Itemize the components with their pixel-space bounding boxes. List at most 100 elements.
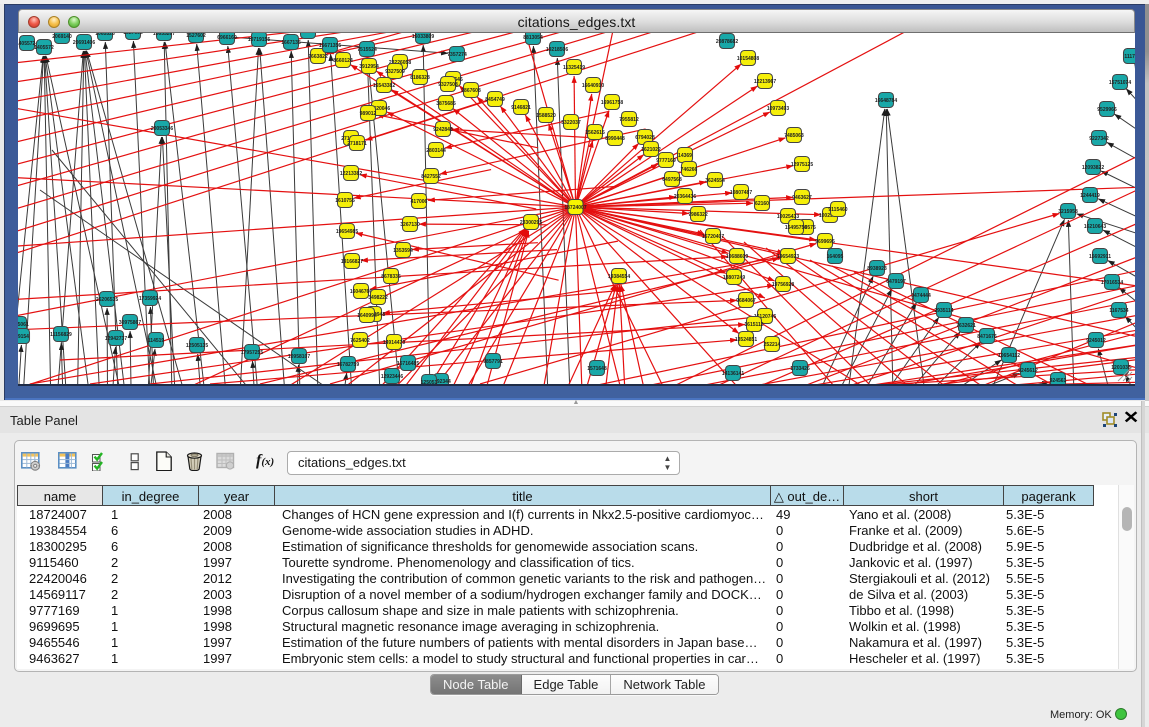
svg-text:16671355: 16671355 xyxy=(319,43,341,49)
svg-text:164095: 164095 xyxy=(827,254,844,260)
svg-text:7663822: 7663822 xyxy=(308,54,328,60)
svg-text:10807487: 10807487 xyxy=(730,190,752,196)
svg-text:1733426: 1733426 xyxy=(790,366,810,372)
svg-text:3215958: 3215958 xyxy=(1058,209,1078,215)
svg-text:20878682: 20878682 xyxy=(716,39,738,45)
svg-text:8186328: 8186328 xyxy=(410,75,430,81)
svg-text:1244419: 1244419 xyxy=(1080,193,1100,199)
svg-text:13524851: 13524851 xyxy=(735,337,757,343)
svg-text:1615112: 1615112 xyxy=(744,322,763,328)
svg-text:9245612: 9245612 xyxy=(1018,368,1038,374)
svg-text:19654985: 19654985 xyxy=(336,229,358,235)
svg-text:10973493: 10973493 xyxy=(767,106,789,112)
svg-text:6794028: 6794028 xyxy=(635,135,655,141)
svg-text:1571648: 1571648 xyxy=(587,366,607,372)
svg-text:1167534: 1167534 xyxy=(1109,308,1128,314)
svg-text:14369: 14369 xyxy=(678,153,692,159)
svg-text:1201035: 1201035 xyxy=(1111,365,1131,371)
svg-text:10025433: 10025433 xyxy=(777,214,799,220)
svg-text:7485063: 7485063 xyxy=(784,133,804,139)
svg-text:9684067: 9684067 xyxy=(736,298,756,304)
svg-text:17957255: 17957255 xyxy=(241,350,263,356)
svg-text:15716485: 15716485 xyxy=(397,361,419,367)
svg-text:11325419: 11325419 xyxy=(563,65,585,71)
svg-text:8454749: 8454749 xyxy=(485,97,505,103)
svg-text:9327509: 9327509 xyxy=(385,69,405,75)
svg-text:9327508: 9327508 xyxy=(438,82,458,88)
svg-text:62160: 62160 xyxy=(755,201,769,207)
svg-text:9529966: 9529966 xyxy=(1097,107,1117,113)
svg-text:17016534: 17016534 xyxy=(1101,280,1123,286)
svg-text:7515524: 7515524 xyxy=(357,47,377,53)
svg-text:6966160: 6966160 xyxy=(217,35,237,41)
svg-text:8427552: 8427552 xyxy=(421,174,441,180)
svg-text:15720407: 15720407 xyxy=(702,234,724,240)
svg-text:10688609: 10688609 xyxy=(726,254,748,260)
svg-text:16543382: 16543382 xyxy=(373,83,395,89)
svg-text:15495756: 15495756 xyxy=(785,225,807,231)
svg-text:20691406: 20691406 xyxy=(73,40,95,46)
svg-text:1065526: 1065526 xyxy=(95,33,115,37)
svg-text:19384554: 19384554 xyxy=(608,274,630,280)
svg-text:1610755: 1610755 xyxy=(335,198,355,204)
svg-text:5322037: 5322037 xyxy=(561,120,581,126)
svg-text:26206535: 26206535 xyxy=(96,297,118,303)
svg-text:1353594: 1353594 xyxy=(393,248,413,254)
svg-text:39154: 39154 xyxy=(18,334,29,340)
svg-text:19218506: 19218506 xyxy=(546,47,568,53)
svg-text:19756928: 19756928 xyxy=(772,282,794,288)
svg-text:3498222: 3498222 xyxy=(368,295,388,301)
svg-text:3912954: 3912954 xyxy=(359,64,379,70)
svg-text:751552: 751552 xyxy=(300,33,317,35)
svg-text:8471676: 8471676 xyxy=(977,334,997,340)
svg-text:10958107: 10958107 xyxy=(288,354,310,360)
svg-text:2867608: 2867608 xyxy=(461,88,481,94)
svg-text:9474444: 9474444 xyxy=(911,293,931,299)
svg-text:8678335: 8678335 xyxy=(381,274,401,280)
svg-text:12923446: 12923446 xyxy=(381,374,403,380)
svg-text:1527602: 1527602 xyxy=(123,33,143,36)
svg-text:417006: 417006 xyxy=(411,199,428,205)
svg-text:17359924: 17359924 xyxy=(139,296,161,302)
svg-text:9115460: 9115460 xyxy=(828,207,847,213)
svg-text:6479197: 6479197 xyxy=(886,279,906,285)
svg-text:1640994: 1640994 xyxy=(357,313,377,319)
svg-text:1621022: 1621022 xyxy=(641,147,661,153)
svg-text:12975125: 12975125 xyxy=(791,162,813,168)
svg-text:9699695: 9699695 xyxy=(815,239,835,245)
svg-text:8660124: 8660124 xyxy=(333,58,353,64)
svg-text:1935061: 1935061 xyxy=(18,322,29,328)
svg-text:12093822: 12093822 xyxy=(1082,165,1104,171)
svg-text:1405572: 1405572 xyxy=(34,45,54,51)
svg-text:20053346: 20053346 xyxy=(151,126,173,132)
svg-text:1527602: 1527602 xyxy=(186,33,206,39)
svg-text:15751074: 15751074 xyxy=(1109,80,1131,86)
svg-text:6497568: 6497568 xyxy=(662,177,682,183)
svg-text:9227342: 9227342 xyxy=(1089,136,1109,142)
svg-text:7357274: 7357274 xyxy=(447,52,467,58)
svg-text:3875685: 3875685 xyxy=(436,101,456,107)
svg-text:9146821: 9146821 xyxy=(511,105,531,111)
svg-text:16033809: 16033809 xyxy=(412,34,434,40)
svg-text:30975867: 30975867 xyxy=(119,320,141,326)
svg-text:15692911: 15692911 xyxy=(1089,254,1111,260)
svg-text:10154808: 10154808 xyxy=(737,56,759,62)
svg-text:8938923: 8938923 xyxy=(867,266,887,272)
svg-text:9245012: 9245012 xyxy=(1086,338,1106,344)
svg-text:7632621: 7632621 xyxy=(956,323,976,329)
svg-text:8990448: 8990448 xyxy=(605,136,625,142)
svg-text:16640910: 16640910 xyxy=(582,83,604,89)
svg-text:1562615: 1562615 xyxy=(585,130,605,136)
svg-text:18724007: 18724007 xyxy=(564,205,586,211)
svg-text:989012: 989012 xyxy=(360,111,377,117)
svg-text:16210643: 16210643 xyxy=(1084,224,1106,230)
svg-text:9857791: 9857791 xyxy=(483,359,503,365)
svg-text:12942737: 12942737 xyxy=(105,336,127,342)
svg-text:7625402: 7625402 xyxy=(350,338,370,344)
svg-text:16782759: 16782759 xyxy=(337,362,359,368)
svg-text:10719155: 10719155 xyxy=(248,37,270,43)
svg-text:3267130: 3267130 xyxy=(400,222,420,228)
svg-text:11174: 11174 xyxy=(1124,54,1135,60)
svg-text:19654923: 19654923 xyxy=(777,254,799,260)
svg-text:10654112: 10654112 xyxy=(998,353,1020,359)
